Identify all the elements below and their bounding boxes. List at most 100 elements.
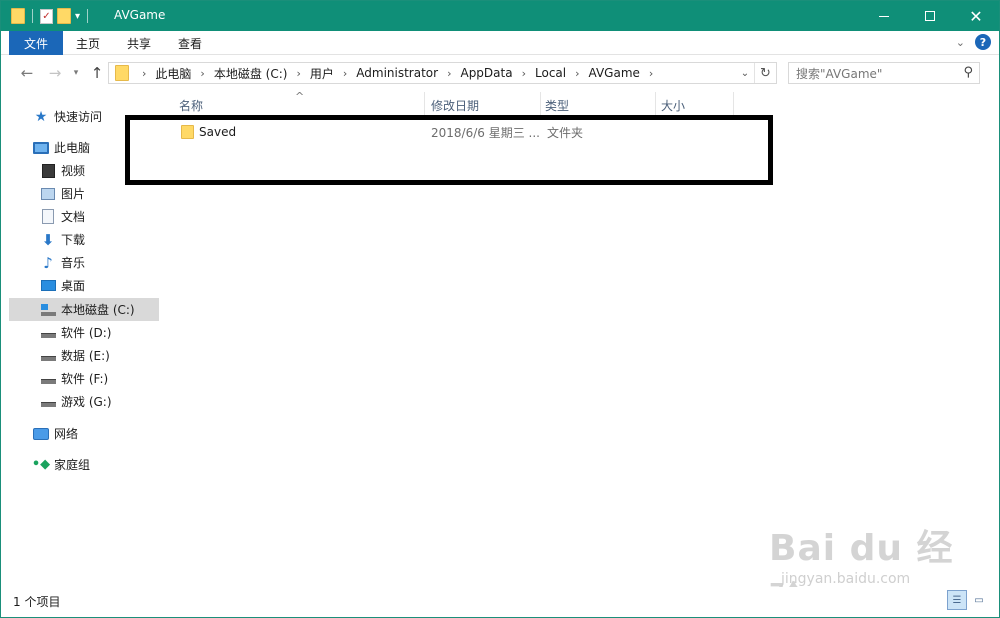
column-header-date[interactable]: 修改日期 bbox=[431, 94, 539, 116]
column-header-label: 类型 bbox=[545, 98, 570, 113]
sidebar-item-label: 文档 bbox=[61, 210, 86, 224]
help-icon[interactable]: ? bbox=[975, 34, 991, 50]
picture-icon bbox=[40, 186, 56, 202]
search-input[interactable]: 搜索"AVGame" ⚲ bbox=[788, 62, 980, 84]
new-folder-icon[interactable] bbox=[57, 8, 71, 24]
recent-locations-button[interactable]: ▾ bbox=[69, 63, 83, 83]
sidebar-item-drive-d[interactable]: 软件 (D:) bbox=[9, 321, 159, 344]
navigation-bar: ← → ▾ ↑ › 此电脑 › 本地磁盘 (C:) › 用户 › Adminis… bbox=[1, 56, 999, 90]
sidebar-item-drive-f[interactable]: 软件 (F:) bbox=[9, 367, 159, 390]
sidebar-item-label: 本地磁盘 (C:) bbox=[61, 303, 135, 317]
sidebar-item-drive-e[interactable]: 数据 (E:) bbox=[9, 344, 159, 367]
view-switcher: ☰ ▭ bbox=[947, 590, 989, 610]
column-header-label: 修改日期 bbox=[431, 98, 480, 113]
sidebar-item-local-disk-c[interactable]: 本地磁盘 (C:) bbox=[9, 298, 159, 321]
drive-c-icon bbox=[40, 302, 56, 318]
breadcrumb-this-pc[interactable]: 此电脑 bbox=[155, 65, 191, 82]
toolbar-divider bbox=[87, 9, 89, 23]
sidebar-item-label: 此电脑 bbox=[54, 141, 91, 155]
column-divider[interactable] bbox=[540, 92, 541, 116]
chevron-down-icon: ▾ bbox=[73, 68, 79, 78]
breadcrumb-local[interactable]: Local bbox=[535, 66, 566, 80]
drive-icon bbox=[40, 325, 56, 341]
up-arrow-icon: ↑ bbox=[90, 64, 104, 82]
large-icons-view-icon[interactable]: ▭ bbox=[969, 590, 989, 610]
sidebar-item-downloads[interactable]: ⬇ 下载 bbox=[9, 228, 159, 251]
maximize-icon bbox=[925, 11, 935, 21]
sidebar-item-network[interactable]: 网络 bbox=[9, 422, 159, 445]
up-button[interactable]: ↑ bbox=[87, 63, 107, 83]
column-divider[interactable] bbox=[424, 92, 425, 116]
breadcrumb-administrator[interactable]: Administrator bbox=[356, 66, 438, 80]
item-count: 1 个项目 bbox=[13, 595, 61, 609]
breadcrumb-appdata[interactable]: AppData bbox=[460, 66, 512, 80]
explorer-window: ✓ ▾ AVGame ✕ 文件 主页 共享 查看 ⌄ ? ← → ▾ ↑ › 此… bbox=[0, 0, 1000, 618]
sidebar-item-music[interactable]: ♪ 音乐 bbox=[9, 251, 159, 274]
tab-view[interactable]: 查看 bbox=[178, 31, 202, 55]
sidebar-item-label: 软件 (F:) bbox=[61, 372, 109, 386]
pc-icon bbox=[33, 140, 49, 156]
properties-icon[interactable]: ✓ bbox=[40, 8, 53, 24]
column-header-type[interactable]: 类型 bbox=[545, 94, 655, 116]
sidebar-item-desktop[interactable]: 桌面 bbox=[9, 274, 159, 297]
sidebar-item-drive-g[interactable]: 游戏 (G:) bbox=[9, 390, 159, 413]
document-icon bbox=[40, 209, 56, 225]
highlight-annotation-box bbox=[125, 115, 773, 185]
status-bar: 1 个项目 ☰ ▭ bbox=[1, 587, 999, 617]
homegroup-icon: •◆ bbox=[31, 457, 51, 472]
sidebar-item-pictures[interactable]: 图片 bbox=[9, 182, 159, 205]
sidebar-item-label: 网络 bbox=[54, 427, 79, 441]
address-dropdown-icon[interactable]: ⌄ bbox=[738, 65, 752, 81]
toolbar-divider bbox=[32, 9, 33, 23]
download-icon: ⬇ bbox=[41, 230, 55, 249]
tab-share[interactable]: 共享 bbox=[127, 31, 151, 55]
breadcrumb-separator-icon[interactable]: › bbox=[575, 67, 579, 80]
breadcrumb-local-disk-c[interactable]: 本地磁盘 (C:) bbox=[214, 65, 288, 82]
network-icon bbox=[33, 426, 49, 442]
sidebar-item-label: 下载 bbox=[61, 233, 86, 247]
details-view-icon[interactable]: ☰ bbox=[947, 590, 967, 610]
breadcrumb-avgame[interactable]: AVGame bbox=[589, 66, 640, 80]
breadcrumb-separator-icon[interactable]: › bbox=[296, 67, 300, 80]
star-icon: ★ bbox=[34, 108, 48, 125]
sidebar-item-label: 图片 bbox=[61, 187, 86, 201]
breadcrumb-separator-icon[interactable]: › bbox=[200, 67, 204, 80]
breadcrumb-users[interactable]: 用户 bbox=[310, 65, 334, 82]
sidebar-item-label: 软件 (D:) bbox=[61, 326, 112, 340]
refresh-icon[interactable]: ↻ bbox=[754, 63, 776, 83]
tab-home[interactable]: 主页 bbox=[76, 31, 100, 55]
forward-button[interactable]: → bbox=[45, 63, 65, 83]
customize-toolbar-arrow-icon[interactable]: ▾ bbox=[75, 11, 80, 22]
back-button[interactable]: ← bbox=[17, 63, 37, 83]
minimize-button[interactable] bbox=[861, 1, 907, 31]
address-bar[interactable]: › 此电脑 › 本地磁盘 (C:) › 用户 › Administrator ›… bbox=[108, 62, 777, 84]
column-divider[interactable] bbox=[733, 92, 734, 116]
drive-icon bbox=[40, 348, 56, 364]
breadcrumb-separator-icon[interactable]: › bbox=[447, 67, 451, 80]
tab-file[interactable]: 文件 bbox=[9, 31, 63, 55]
column-divider[interactable] bbox=[655, 92, 656, 116]
breadcrumb-separator-icon[interactable]: › bbox=[649, 67, 653, 80]
title-bar[interactable]: ✓ ▾ AVGame ✕ bbox=[1, 1, 999, 31]
desktop-icon bbox=[40, 278, 56, 294]
back-arrow-icon: ← bbox=[20, 64, 34, 82]
search-icon[interactable]: ⚲ bbox=[963, 65, 973, 80]
breadcrumb-separator-icon[interactable]: › bbox=[343, 67, 347, 80]
maximize-button[interactable] bbox=[907, 1, 953, 31]
forward-arrow-icon: → bbox=[48, 64, 62, 82]
window-title: AVGame bbox=[114, 8, 166, 22]
folder-icon bbox=[11, 8, 25, 24]
column-header-size[interactable]: 大小 bbox=[661, 94, 733, 116]
ribbon-tabs: 文件 主页 共享 查看 ⌄ ? bbox=[1, 31, 999, 55]
sidebar-item-label: 桌面 bbox=[61, 279, 86, 293]
expand-ribbon-icon[interactable]: ⌄ bbox=[956, 36, 965, 49]
close-button[interactable]: ✕ bbox=[953, 1, 999, 31]
sidebar-item-label: 数据 (E:) bbox=[61, 349, 110, 363]
close-icon: ✕ bbox=[969, 6, 983, 26]
column-header-name[interactable]: 名称 bbox=[179, 94, 423, 116]
sidebar-item-documents[interactable]: 文档 bbox=[9, 205, 159, 228]
breadcrumb-separator-icon[interactable]: › bbox=[522, 67, 526, 80]
sidebar-item-label: 视频 bbox=[61, 164, 86, 178]
sidebar-item-homegroup[interactable]: •◆ 家庭组 bbox=[9, 453, 159, 476]
breadcrumb-separator-icon[interactable]: › bbox=[142, 67, 146, 80]
